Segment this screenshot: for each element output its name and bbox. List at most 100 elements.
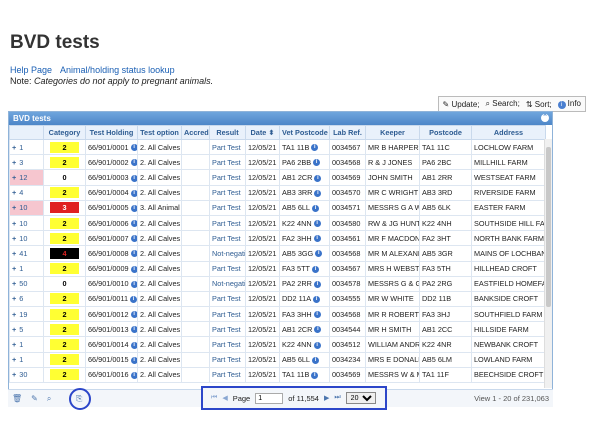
sort-control[interactable]: ⇅ Sort;	[526, 100, 552, 109]
info-icon[interactable]: i	[130, 356, 137, 364]
table-row[interactable]: +4 2 66/901/0004 i 2. All Calves Part Test 12/…	[9, 184, 546, 201]
info-icon[interactable]: i	[311, 265, 319, 273]
table-row[interactable]: +1 2 66/901/0001 i 2. All Calves Part Test 12/…	[9, 138, 546, 156]
col-address[interactable]: Address	[471, 125, 546, 140]
expand-cell[interactable]: +10	[9, 199, 44, 216]
info-icon[interactable]: i	[130, 204, 137, 212]
info-icon[interactable]: i	[313, 159, 321, 167]
expand-icon[interactable]: +	[12, 325, 16, 334]
expand-icon[interactable]: +	[12, 188, 16, 197]
info-icon[interactable]: i	[313, 280, 321, 288]
table-row[interactable]: +50 0 66/901/0010 i 2. All Calves Not-negati 1…	[9, 275, 546, 292]
col-accred[interactable]: Accred	[181, 125, 210, 140]
info-icon[interactable]: i	[312, 204, 319, 212]
collapse-icon[interactable]: ⌃	[541, 114, 549, 122]
status-lookup-link[interactable]: Animal/holding status lookup	[60, 65, 175, 75]
last-page-icon[interactable]: ⏭	[334, 394, 340, 402]
info-icon[interactable]: i	[313, 311, 321, 319]
table-row[interactable]: +1 2 66/901/0015 i 2. All Calves Part Test 12/…	[9, 351, 546, 368]
info-icon[interactable]: i	[130, 311, 137, 319]
info-icon[interactable]: i	[130, 371, 137, 379]
col-postcode[interactable]: Postcode	[419, 125, 472, 140]
info-icon[interactable]: i	[311, 371, 319, 379]
table-row[interactable]: +6 2 66/901/0011 i 2. All Calves Part Test 12/…	[9, 290, 546, 308]
update-control[interactable]: ✎ Update;	[443, 100, 480, 109]
info-icon[interactable]: i	[130, 265, 137, 273]
expand-icon[interactable]: +	[12, 279, 16, 288]
expand-icon[interactable]: +	[12, 355, 16, 364]
info-icon[interactable]: i	[130, 235, 137, 243]
expand-cell[interactable]: +6	[9, 290, 44, 308]
info-icon[interactable]: i	[130, 341, 137, 349]
prev-page-icon[interactable]: ◀	[222, 394, 227, 402]
next-page-icon[interactable]: ▶	[324, 394, 329, 402]
expand-cell[interactable]: +3	[9, 154, 44, 171]
info-icon[interactable]: i	[312, 356, 319, 364]
info-icon[interactable]: i	[314, 189, 322, 197]
info-icon[interactable]: i	[313, 341, 321, 349]
expand-cell[interactable]: +41	[9, 245, 44, 262]
expand-cell[interactable]: +1	[9, 138, 44, 156]
info-icon[interactable]: i	[313, 235, 321, 243]
page-size-select[interactable]: 20	[345, 392, 376, 404]
expand-cell[interactable]: +19	[9, 306, 44, 323]
expand-cell[interactable]: +10	[9, 230, 44, 247]
expand-cell[interactable]: +1	[9, 336, 44, 353]
col-keeper[interactable]: Keeper	[365, 125, 420, 140]
table-row[interactable]: +41 4 66/901/0008 i 2. All Calves Not-negati 1…	[9, 245, 546, 262]
info-icon[interactable]: i	[130, 189, 137, 197]
info-icon[interactable]: i	[130, 296, 137, 304]
expand-icon[interactable]: +	[12, 249, 16, 258]
info-icon[interactable]: i	[130, 250, 137, 258]
expand-cell[interactable]: +12	[9, 169, 44, 186]
info-icon[interactable]: i	[313, 296, 321, 304]
expand-cell[interactable]: +1	[9, 260, 44, 277]
expand-icon[interactable]: +	[12, 234, 16, 243]
expand-icon[interactable]: +	[12, 264, 16, 273]
table-row[interactable]: +30 2 66/901/0016 i 2. All Calves Part Test 12…	[9, 366, 546, 384]
expand-icon[interactable]: +	[12, 173, 16, 182]
col-result[interactable]: Result	[209, 125, 246, 140]
col-date[interactable]: Date ⬍	[245, 125, 280, 140]
expand-icon[interactable]: +	[12, 158, 16, 167]
info-icon[interactable]: i	[315, 250, 323, 258]
info-icon[interactable]: i	[130, 144, 137, 152]
table-row[interactable]: +10 3 66/901/0005 i 3. All Animal Part Test 12…	[9, 199, 546, 216]
delete-icon[interactable]: 🗑	[12, 394, 22, 404]
search-icon[interactable]: ⌕	[47, 394, 51, 404]
vertical-scrollbar[interactable]	[544, 139, 552, 388]
expand-icon[interactable]: +	[12, 219, 16, 228]
col-lab-ref[interactable]: Lab Ref.	[329, 125, 366, 140]
info-icon[interactable]: i	[314, 326, 322, 334]
table-row[interactable]: +19 2 66/901/0012 i 2. All Calves Part Test 12…	[9, 306, 546, 323]
expand-cell[interactable]: +30	[9, 366, 44, 384]
expand-icon[interactable]: +	[12, 294, 16, 303]
info-icon[interactable]: i	[130, 159, 137, 167]
info-control[interactable]: i Info	[557, 99, 581, 109]
table-row[interactable]: +1 2 66/901/0009 i 2. All Calves Part Test 12/…	[9, 260, 546, 277]
page-input[interactable]	[255, 392, 284, 404]
table-row[interactable]: +3 2 66/901/0002 i 2. All Calves Part Test 12/…	[9, 154, 546, 171]
table-row[interactable]: +10 2 66/901/0006 i 2. All Calves Part Test 12…	[9, 214, 546, 232]
col-test-holding[interactable]: Test Holding	[85, 125, 138, 140]
table-row[interactable]: +12 0 66/901/0003 i 2. All Calves Part Test 12…	[9, 169, 546, 186]
expand-cell[interactable]: +50	[9, 275, 44, 292]
col-test-option[interactable]: Test option	[137, 125, 182, 140]
expand-icon[interactable]: +	[12, 340, 16, 349]
expand-icon[interactable]: +	[12, 370, 16, 379]
export-button-highlight[interactable]: ⎘	[69, 388, 91, 410]
expand-icon[interactable]: +	[12, 310, 16, 319]
expand-cell[interactable]: +5	[9, 321, 44, 338]
table-row[interactable]: +1 2 66/901/0014 i 2. All Calves Part Test 12/…	[9, 336, 546, 353]
col-vet-postcode[interactable]: Vet Postcode	[279, 125, 330, 140]
edit-icon[interactable]: ✎	[31, 394, 38, 404]
info-icon[interactable]: i	[130, 280, 137, 288]
expand-icon[interactable]: +	[12, 143, 16, 152]
info-icon[interactable]: i	[130, 326, 137, 334]
info-icon[interactable]: i	[313, 220, 321, 228]
search-control[interactable]: ⌕ Search;	[486, 99, 520, 109]
first-page-icon[interactable]: ⏮	[211, 394, 217, 402]
info-icon[interactable]: i	[130, 174, 137, 182]
col-category[interactable]: Category	[43, 125, 86, 140]
info-icon[interactable]: i	[314, 174, 322, 182]
